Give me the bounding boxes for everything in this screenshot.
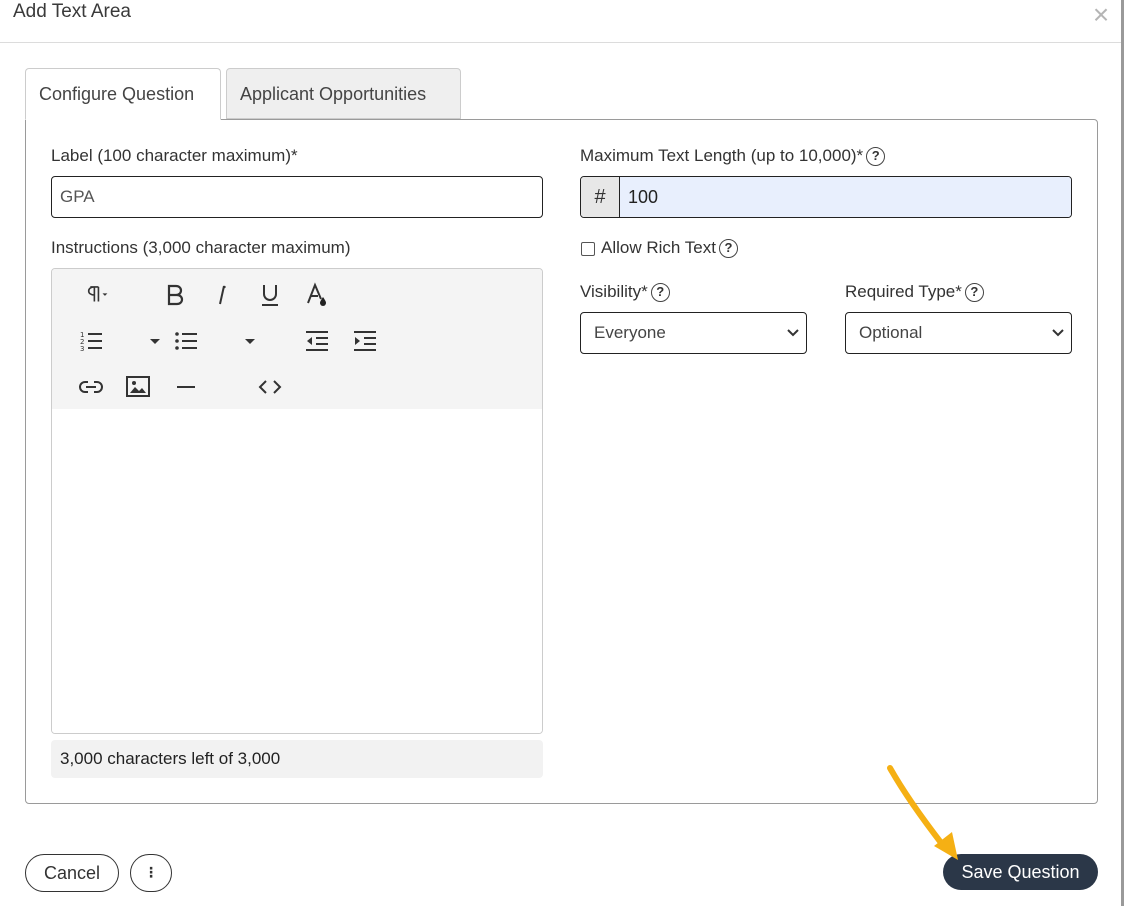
required-type-label-text: Required Type* [845, 282, 962, 301]
modal-header: Add Text Area × [0, 0, 1124, 43]
rich-text-editor: 123 [51, 268, 543, 734]
code-view-icon[interactable] [255, 372, 285, 402]
required-type-label: Required Type* ? [845, 282, 984, 302]
close-icon[interactable]: × [1088, 1, 1114, 29]
label-input[interactable]: GPA [51, 176, 543, 218]
more-options-button[interactable]: ⋮ [130, 854, 172, 892]
label-field-label: Label (100 character maximum)* [51, 146, 298, 165]
help-icon[interactable]: ? [718, 238, 738, 258]
visibility-select[interactable]: Everyone [580, 312, 807, 354]
visibility-label-text: Visibility* [580, 282, 648, 301]
bold-icon[interactable] [159, 280, 189, 310]
ordered-list-dropdown-icon[interactable] [142, 326, 168, 356]
required-type-select[interactable]: Optional [845, 312, 1072, 354]
paragraph-icon[interactable] [76, 280, 116, 310]
italic-icon[interactable] [207, 280, 237, 310]
max-length-label-text: Maximum Text Length (up to 10,000)* [580, 146, 864, 165]
modal-title: Add Text Area [13, 1, 131, 22]
tab-applicant-opportunities[interactable]: Applicant Opportunities [226, 68, 461, 119]
help-icon[interactable]: ? [866, 146, 886, 166]
chevron-down-icon [786, 313, 800, 353]
unordered-list-icon[interactable] [171, 326, 201, 356]
unordered-list-dropdown-icon[interactable] [237, 326, 263, 356]
max-length-input[interactable]: 100 [620, 177, 1071, 217]
editor-toolbar: 123 [52, 269, 542, 409]
ordered-list-icon[interactable]: 123 [76, 326, 106, 356]
editor-content-area[interactable] [52, 409, 542, 733]
link-icon[interactable] [76, 372, 106, 402]
svg-text:3: 3 [80, 345, 84, 353]
image-icon[interactable] [123, 372, 153, 402]
cancel-button[interactable]: Cancel [25, 854, 119, 892]
visibility-label: Visibility* ? [580, 282, 670, 302]
help-icon[interactable]: ? [650, 282, 670, 302]
allow-rich-text-label: Allow Rich Text ? [601, 238, 738, 258]
max-length-input-group: # 100 [580, 176, 1072, 218]
allow-rich-text-checkbox[interactable] [581, 242, 595, 256]
indent-icon[interactable] [350, 326, 380, 356]
text-color-icon[interactable] [302, 280, 332, 310]
visibility-select-value: Everyone [594, 323, 666, 342]
tab-configure-question[interactable]: Configure Question [25, 68, 221, 120]
max-length-label: Maximum Text Length (up to 10,000)* ? [580, 146, 886, 166]
help-icon[interactable]: ? [964, 282, 984, 302]
character-counter: 3,000 characters left of 3,000 [51, 740, 543, 778]
allow-rich-text-label-text: Allow Rich Text [601, 238, 716, 257]
outdent-icon[interactable] [302, 326, 332, 356]
save-question-button[interactable]: Save Question [943, 854, 1098, 890]
required-type-select-value: Optional [859, 323, 923, 342]
horizontal-rule-icon[interactable] [171, 372, 201, 402]
chevron-down-icon [1051, 313, 1065, 353]
number-prefix-icon: # [581, 177, 620, 217]
instructions-label: Instructions (3,000 character maximum) [51, 238, 351, 257]
underline-icon[interactable] [255, 280, 285, 310]
